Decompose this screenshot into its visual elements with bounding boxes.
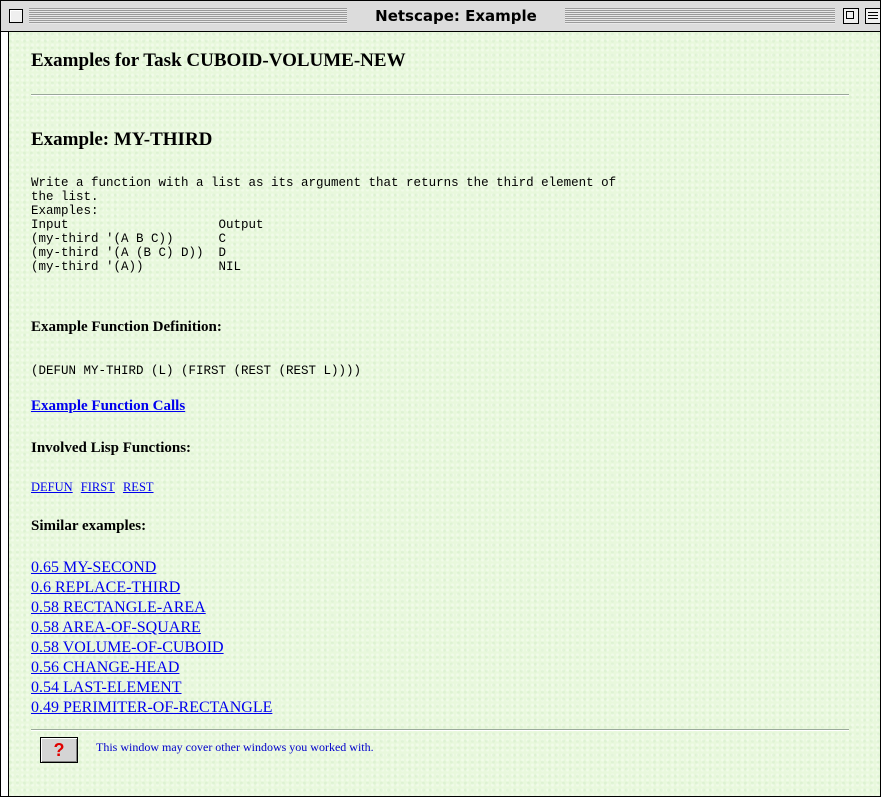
- lisp-function-link-defun[interactable]: DEFUN: [31, 480, 73, 494]
- lisp-functions-links: DEFUN FIRST REST: [31, 480, 159, 495]
- zoom-box-icon[interactable]: [843, 8, 859, 24]
- similar-example-link[interactable]: 0.65 MY-SECOND: [31, 559, 156, 576]
- title-bar[interactable]: Netscape: Example: [1, 1, 880, 32]
- definition-code: (DEFUN MY-THIRD (L) (FIRST (REST (REST L…: [31, 364, 362, 378]
- example-description: Write a function with a list as its argu…: [31, 176, 617, 274]
- browser-window: Netscape: Example Examples for Task CUBO…: [0, 0, 881, 797]
- window-title: Netscape: Example: [353, 6, 559, 26]
- similar-example-link[interactable]: 0.58 AREA-OF-SQUARE: [31, 619, 201, 636]
- definition-heading: Example Function Definition:: [31, 319, 222, 335]
- close-box-icon[interactable]: [9, 9, 23, 23]
- title-bar-stripes-left: [29, 8, 347, 24]
- lisp-function-link-first[interactable]: FIRST: [81, 480, 115, 494]
- example-function-calls-link[interactable]: Example Function Calls: [31, 398, 185, 415]
- similar-example-link[interactable]: 0.54 LAST-ELEMENT: [31, 679, 182, 696]
- bottom-divider: [31, 729, 849, 731]
- similar-example-link[interactable]: 0.56 CHANGE-HEAD: [31, 659, 179, 676]
- similar-example-link[interactable]: 0.58 VOLUME-OF-CUBOID: [31, 639, 224, 656]
- window-left-edge: [1, 32, 9, 796]
- example-heading: Example: MY-THIRD: [31, 129, 213, 150]
- collapse-box-icon[interactable]: [865, 8, 880, 24]
- top-divider: [31, 94, 849, 96]
- similar-examples-heading: Similar examples:: [31, 518, 147, 534]
- similar-example-link[interactable]: 0.58 RECTANGLE-AREA: [31, 599, 206, 616]
- page-title: Examples for Task CUBOID-VOLUME-NEW: [31, 50, 406, 71]
- similar-example-link[interactable]: 0.49 PERIMITER-OF-RECTANGLE: [31, 699, 272, 716]
- lisp-function-link-rest[interactable]: REST: [123, 480, 154, 494]
- help-button[interactable]: ?: [40, 737, 78, 763]
- help-question-icon: ?: [53, 740, 65, 760]
- similar-examples-list: 0.65 MY-SECOND 0.6 REPLACE-THIRD 0.58 RE…: [31, 558, 272, 718]
- title-bar-stripes-right: [565, 8, 835, 24]
- similar-example-link[interactable]: 0.6 REPLACE-THIRD: [31, 579, 180, 596]
- lisp-functions-heading: Involved Lisp Functions:: [31, 440, 192, 456]
- help-notice-text: This window may cover other windows you …: [96, 740, 374, 754]
- page-content: Examples for Task CUBOID-VOLUME-NEW Exam…: [9, 32, 880, 796]
